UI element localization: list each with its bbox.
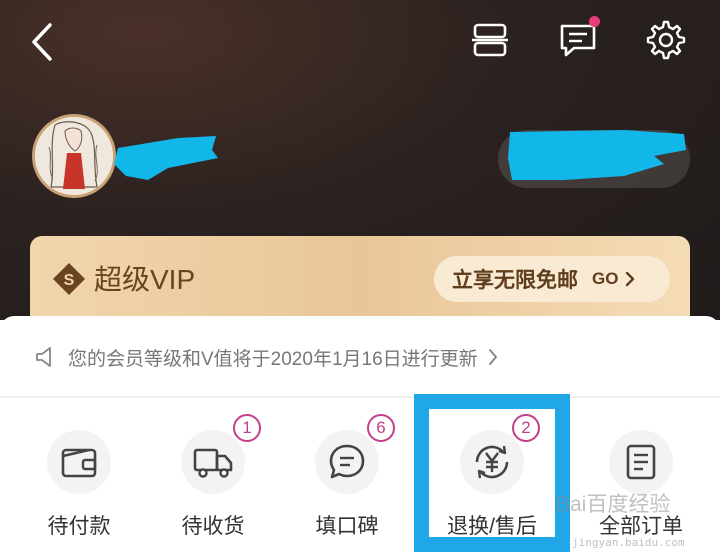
avatar[interactable] [32, 114, 116, 198]
svg-text:S: S [64, 272, 75, 289]
message-button[interactable] [554, 16, 602, 64]
order-icon-circle [181, 430, 245, 494]
highlight-annotation-box [414, 394, 570, 552]
order-label: 填口碑 [315, 515, 379, 538]
notice-text: 您的会员等级和V值将于2020年1月16日进行更新 [68, 348, 478, 370]
truck-icon [193, 448, 233, 478]
avatar-illustration [35, 117, 113, 195]
back-icon [32, 23, 52, 61]
chevron-right-icon [626, 271, 635, 287]
wallet-icon [61, 448, 97, 478]
divider [0, 396, 720, 398]
order-pending-receipt[interactable]: 1 待收货 [146, 414, 280, 550]
scan-icon [472, 23, 508, 57]
order-label: 待付款 [47, 515, 111, 538]
watermark-logo: Bai百度经验 [556, 493, 671, 516]
back-button[interactable] [22, 18, 62, 66]
order-icon-circle [47, 430, 111, 494]
settings-button[interactable] [642, 16, 690, 64]
watermark-url: jingyan.baidu.com [572, 536, 685, 549]
vip-title: 超级VIP [94, 264, 196, 295]
speaker-icon [36, 347, 51, 367]
order-icon-circle [609, 430, 673, 494]
order-label: 待收货 [181, 515, 245, 538]
free-shipping-button[interactable]: 立享无限免邮 GO [434, 256, 670, 302]
notification-dot [589, 16, 600, 27]
member-notice[interactable]: 您的会员等级和V值将于2020年1月16日进行更新 [34, 342, 498, 372]
settings-icon [646, 20, 686, 60]
order-pending-payment[interactable]: 待付款 [12, 420, 146, 550]
free-shipping-label: 立享无限免邮 [452, 269, 578, 292]
super-vip-badge-icon: S [53, 263, 85, 295]
order-icon-circle [315, 430, 379, 494]
scan-button[interactable] [468, 18, 512, 62]
redacted-username [114, 136, 218, 180]
chevron-right-icon [488, 349, 497, 365]
order-list-icon [626, 444, 656, 480]
order-count-badge: 1 [233, 414, 261, 442]
order-all-orders[interactable]: 全部订单 [574, 420, 708, 550]
comment-icon [329, 444, 365, 479]
order-count-badge: 6 [367, 414, 395, 442]
order-write-review[interactable]: 6 填口碑 [280, 414, 414, 550]
redacted-member-info [508, 130, 686, 180]
go-label: GO [592, 269, 619, 288]
